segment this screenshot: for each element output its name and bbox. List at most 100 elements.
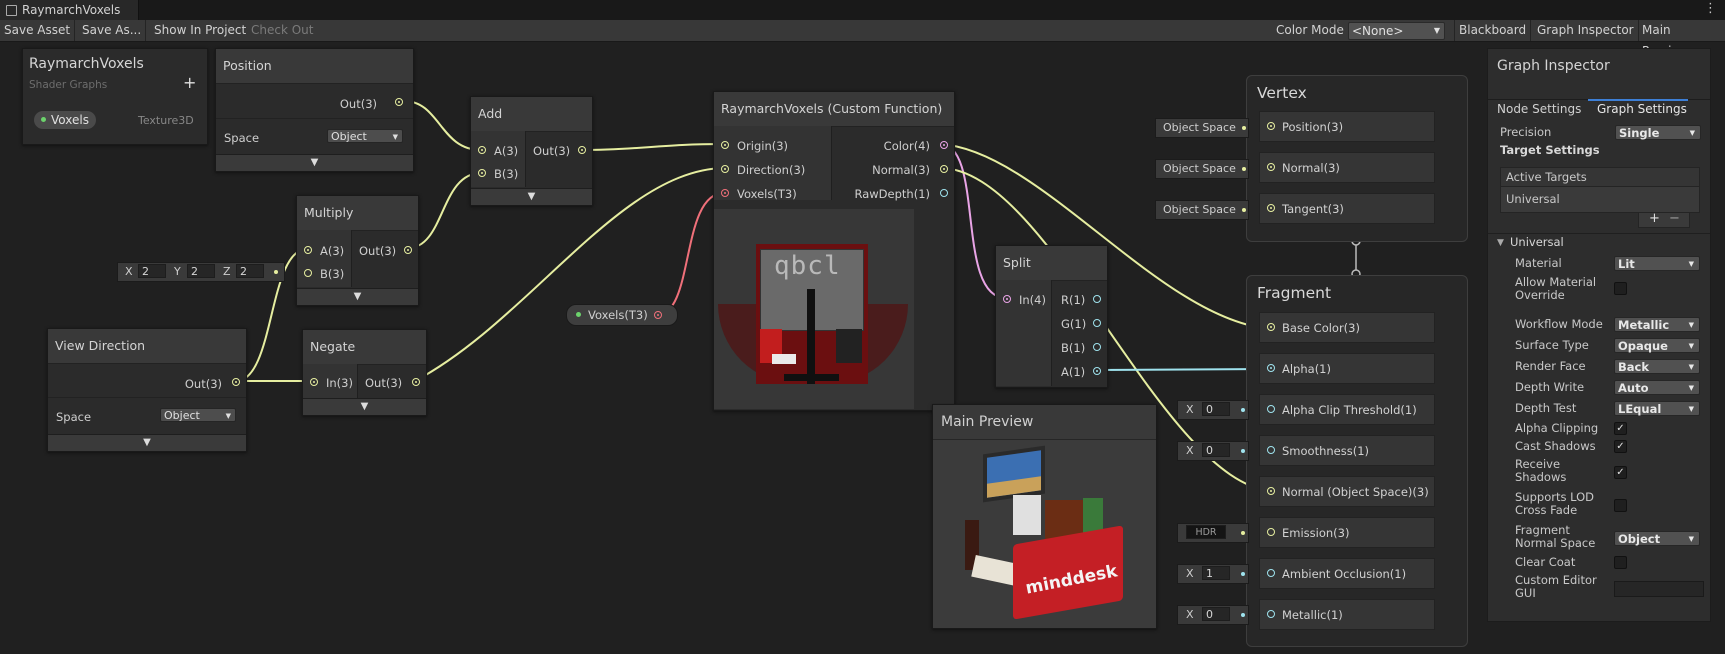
receive-shadows-checkbox[interactable]: ✓ — [1614, 466, 1627, 479]
base-color-port[interactable] — [1267, 323, 1275, 331]
main-preview-viewport[interactable]: minddesk — [933, 440, 1156, 628]
render-face-value: Back — [1618, 360, 1649, 374]
vertex-normal-port[interactable] — [1267, 163, 1275, 171]
normal-os-port[interactable] — [1267, 487, 1275, 495]
multiply-node[interactable]: Multiply A(3) B(3) Out(3) ▼ — [296, 195, 419, 306]
surface-type-dropdown[interactable]: Opaque ▼ — [1614, 338, 1700, 353]
multiply-z-field[interactable]: 2 — [236, 264, 264, 278]
universal-section-header[interactable]: Universal — [1510, 236, 1564, 249]
expand-chevron-icon[interactable]: ▼ — [216, 154, 413, 171]
material-dropdown[interactable]: Lit ▼ — [1614, 256, 1700, 271]
smoothness-field[interactable]: 0 — [1202, 443, 1230, 457]
vertex-block-tangent[interactable]: Tangent(3) — [1259, 193, 1435, 224]
add-target-button[interactable]: + — [1649, 211, 1660, 226]
vertex-title: Vertex — [1257, 84, 1307, 102]
supports-lod-cross-fade-checkbox[interactable] — [1614, 499, 1627, 512]
fragment-block-base-color[interactable]: Base Color(3) — [1259, 312, 1435, 343]
add-a-port[interactable] — [478, 146, 486, 154]
alpha-port[interactable] — [1267, 364, 1275, 372]
custom-editor-gui-field[interactable] — [1614, 581, 1704, 597]
split-node[interactable]: Split In(4) R(1) G(1) B(1) A(1) — [995, 245, 1108, 388]
hdr-color-field[interactable]: HDR — [1186, 525, 1226, 539]
depth-write-dropdown[interactable]: Auto ▼ — [1614, 380, 1700, 395]
negate-node[interactable]: Negate In(3) Out(3) ▼ — [302, 329, 427, 416]
alpha-clipping-checkbox[interactable]: ✓ — [1614, 422, 1627, 435]
foldout-arrow-icon[interactable]: ▼ — [1497, 237, 1504, 250]
vertex-tangent-default: Object Space — [1155, 200, 1249, 220]
ao-field[interactable]: 1 — [1202, 566, 1230, 580]
z-label: Z — [223, 265, 231, 278]
fragment-normal-space-dropdown[interactable]: Object ▼ — [1614, 531, 1700, 546]
precision-dropdown[interactable]: Single ▼ — [1615, 125, 1701, 140]
fragment-block-normal-os[interactable]: Normal (Object Space)(3) — [1259, 476, 1435, 507]
tab-node-settings[interactable]: Node Settings — [1497, 102, 1581, 116]
position-node[interactable]: Position Out(3) Space Object ▼ ▼ — [215, 48, 414, 172]
vertex-block-normal[interactable]: Normal(3) — [1259, 152, 1435, 183]
metallic-field[interactable]: 0 — [1202, 607, 1230, 621]
multiply-out-port[interactable] — [404, 246, 412, 254]
expand-chevron-icon[interactable]: ▼ — [303, 398, 426, 415]
add-property-button[interactable]: + — [183, 73, 196, 92]
rawdepth-out-port[interactable] — [940, 189, 948, 197]
allow-material-override-checkbox[interactable] — [1614, 282, 1627, 295]
tab-graph-settings[interactable]: Graph Settings — [1597, 102, 1687, 116]
render-face-dropdown[interactable]: Back ▼ — [1614, 359, 1700, 374]
split-b-port[interactable] — [1093, 343, 1101, 351]
vertex-position-port[interactable] — [1267, 122, 1275, 130]
split-g-port[interactable] — [1093, 319, 1101, 327]
vertex-block-position[interactable]: Position(3) — [1259, 111, 1435, 142]
chevron-down-icon: ▼ — [1688, 363, 1694, 371]
fragment-block-alpha-clip[interactable]: Alpha Clip Threshold(1) — [1259, 394, 1435, 425]
split-a-port[interactable] — [1093, 367, 1101, 375]
multiply-a-port[interactable] — [304, 246, 312, 254]
position-space-dropdown[interactable]: Object ▼ — [327, 129, 403, 143]
multiply-y-field[interactable]: 2 — [187, 264, 215, 278]
split-in-port[interactable] — [1003, 295, 1011, 303]
add-out-port[interactable] — [578, 146, 586, 154]
depth-write-value: Auto — [1618, 381, 1649, 395]
fragment-block-ao[interactable]: Ambient Occlusion(1) — [1259, 558, 1435, 589]
vertex-tangent-port[interactable] — [1267, 204, 1275, 212]
direction-port[interactable] — [721, 165, 729, 173]
add-b-port[interactable] — [478, 169, 486, 177]
negate-in-port[interactable] — [310, 378, 318, 386]
view-direction-node[interactable]: View Direction Out(3) Space Object ▼ ▼ — [47, 328, 247, 452]
origin-port[interactable] — [721, 141, 729, 149]
fragment-block-smoothness[interactable]: Smoothness(1) — [1259, 435, 1435, 466]
voxels-port[interactable] — [721, 189, 729, 197]
add-node[interactable]: Add A(3) B(3) Out(3) ▼ — [470, 96, 593, 206]
view-direction-space-dropdown[interactable]: Object ▼ — [160, 408, 236, 422]
target-universal-item[interactable]: Universal — [1506, 193, 1560, 206]
main-preview-panel[interactable]: Main Preview minddesk — [932, 404, 1157, 629]
voxels-property-node[interactable]: Voxels(T3) — [566, 304, 678, 326]
multiply-x-field[interactable]: 2 — [138, 264, 166, 278]
fragment-block-metallic[interactable]: Metallic(1) — [1259, 599, 1435, 630]
color-out-label: Color(4) — [883, 139, 930, 153]
depth-test-dropdown[interactable]: LEqual ▼ — [1614, 401, 1700, 416]
raymarch-custom-function-node[interactable]: RaymarchVoxels (Custom Function) Origin(… — [713, 91, 955, 411]
alpha-clip-port[interactable] — [1267, 405, 1275, 413]
metallic-port[interactable] — [1267, 610, 1275, 618]
expand-chevron-icon[interactable]: ▼ — [471, 188, 592, 205]
expand-chevron-icon[interactable]: ▼ — [48, 434, 246, 451]
remove-target-button[interactable]: − — [1669, 211, 1680, 226]
normal-out-port[interactable] — [940, 165, 948, 173]
ao-port[interactable] — [1267, 569, 1275, 577]
voxels-property-out-port[interactable] — [654, 311, 662, 319]
property-pill-voxels[interactable]: Voxels — [34, 111, 96, 129]
color-out-port[interactable] — [940, 141, 948, 149]
split-r-port[interactable] — [1093, 295, 1101, 303]
workflow-mode-dropdown[interactable]: Metallic ▼ — [1614, 317, 1700, 332]
clear-coat-checkbox[interactable] — [1614, 556, 1627, 569]
expand-chevron-icon[interactable]: ▼ — [297, 288, 418, 305]
smoothness-port[interactable] — [1267, 446, 1275, 454]
fragment-block-alpha[interactable]: Alpha(1) — [1259, 353, 1435, 384]
multiply-b-port[interactable] — [304, 269, 312, 277]
view-direction-out-port[interactable] — [232, 378, 240, 386]
negate-out-port[interactable] — [412, 378, 420, 386]
fragment-block-emission[interactable]: Emission(3) — [1259, 517, 1435, 548]
emission-port[interactable] — [1267, 528, 1275, 536]
position-out-port[interactable] — [395, 98, 403, 106]
cast-shadows-checkbox[interactable]: ✓ — [1614, 440, 1627, 453]
alpha-clip-field[interactable]: 0 — [1202, 402, 1230, 416]
